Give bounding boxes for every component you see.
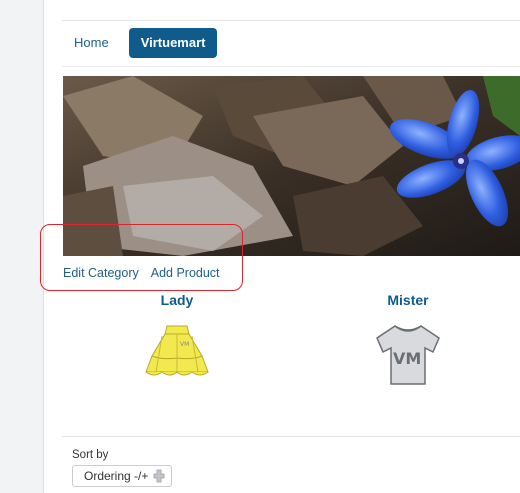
plus-icon xyxy=(153,469,165,486)
edit-category-link[interactable]: Edit Category xyxy=(63,266,139,280)
sort-selected-value: Ordering -/+ xyxy=(84,469,149,483)
tshirt-icon[interactable]: VM xyxy=(328,322,488,393)
svg-text:VM: VM xyxy=(180,341,189,348)
nav-home[interactable]: Home xyxy=(62,28,121,58)
nav-divider xyxy=(62,66,520,67)
sort-divider xyxy=(62,436,520,437)
category-action-links: Edit Category Add Product xyxy=(63,266,220,280)
add-product-link[interactable]: Add Product xyxy=(151,266,220,280)
nav-virtuemart[interactable]: Virtuemart xyxy=(128,28,218,58)
top-divider xyxy=(62,20,520,21)
sort-label: Sort by xyxy=(72,449,109,461)
category-title[interactable]: Mister xyxy=(328,292,488,308)
breadcrumb-nav: Home Virtuemart xyxy=(62,28,218,58)
svg-text:VM: VM xyxy=(393,349,421,368)
skirt-icon[interactable]: VM xyxy=(97,322,257,387)
category-title[interactable]: Lady xyxy=(97,292,257,308)
sort-ordering-select[interactable]: Ordering -/+ xyxy=(72,465,172,487)
category-mister[interactable]: Mister VM xyxy=(328,292,488,393)
annotation-highlight-box xyxy=(40,224,243,291)
left-sidebar-gutter xyxy=(0,0,44,493)
category-lady[interactable]: Lady VM xyxy=(97,292,257,387)
